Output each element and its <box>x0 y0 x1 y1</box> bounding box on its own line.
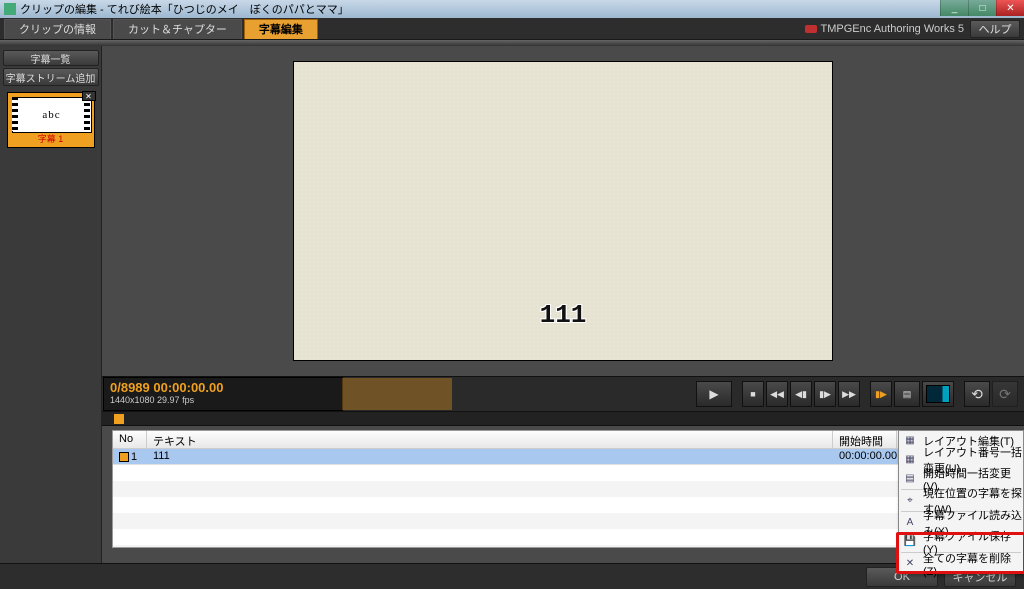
add-subtitle-stream-button[interactable]: 字幕ストリーム追加 <box>3 68 99 86</box>
undo-button[interactable]: ⟲ <box>964 381 990 407</box>
brand-label: TMPGEnc Authoring Works 5 <box>805 23 964 35</box>
thumb-abc: abc <box>12 97 92 133</box>
window-title: クリップの編集 - てれび絵本「ひつじのメイ ぼくのパパとママ」 <box>20 1 349 17</box>
top-tabbar: クリップの情報 カット＆チャプター 字幕編集 TMPGEnc Authoring… <box>0 18 1024 40</box>
col-no[interactable]: No <box>113 431 147 448</box>
maximize-button[interactable]: □ <box>968 0 996 16</box>
delete-icon: ✕ <box>903 557 917 571</box>
preview-area: 111 <box>102 46 1024 376</box>
subtitle-stream-thumb[interactable]: abc 字幕 1 ✕ <box>7 92 95 148</box>
close-button[interactable]: ✕ <box>996 0 1024 16</box>
list-icon: ▤ <box>903 472 917 486</box>
timecode-sub: 1440x1080 29.97 fps <box>110 395 336 405</box>
help-button[interactable]: ヘルプ <box>970 20 1020 38</box>
play-button[interactable]: ▶ <box>696 381 732 407</box>
grid-icon: ▦ <box>903 453 917 467</box>
timecode-main: 0/8989 00:00:00.00 <box>110 380 336 395</box>
save-icon: 💾 <box>903 535 917 549</box>
seek-bar[interactable] <box>102 412 1024 426</box>
prev-button[interactable]: ◀▮ <box>790 381 812 407</box>
sidebar: 字幕一覧 字幕ストリーム追加 abc 字幕 1 ✕ <box>0 46 102 563</box>
stop-button[interactable]: ■ <box>742 381 764 407</box>
grid-icon: ▦ <box>903 434 917 448</box>
col-text[interactable]: テキスト <box>147 431 833 448</box>
col-start[interactable]: 開始時間 <box>833 431 897 448</box>
video-canvas: 111 <box>293 61 833 361</box>
thumb-close-icon[interactable]: ✕ <box>82 91 96 101</box>
thumb-button[interactable]: ▤ <box>894 381 920 407</box>
menu-save-subtitle-file[interactable]: 💾字幕ファイル保存(Y) <box>899 532 1023 551</box>
audio-meter[interactable] <box>922 381 954 407</box>
tab-cut-chapter[interactable]: カット＆チャプター <box>113 19 242 39</box>
redo-button[interactable]: ⟳ <box>992 381 1018 407</box>
minimize-button[interactable]: _ <box>940 0 968 16</box>
seek-marker[interactable] <box>114 414 124 424</box>
subtitle-table-area: No テキスト 開始時間 終了時間 1 111 00:00:00.00 00:0… <box>102 426 1024 563</box>
titlebar: クリップの編集 - てれび絵本「ひつじのメイ ぼくのパパとママ」 _ □ ✕ <box>0 0 1024 18</box>
thumb-label: 字幕 1 <box>8 132 94 145</box>
transport-bar: 0/8989 00:00:00.00 1440x1080 29.97 fps ▶… <box>102 376 1024 412</box>
next-button[interactable]: ▮▶ <box>814 381 836 407</box>
tab-clip-info[interactable]: クリップの情報 <box>4 19 111 39</box>
subtitle-overlay: 111 <box>540 300 587 330</box>
app-icon <box>4 3 16 15</box>
footer: OK キャンセル <box>0 563 1024 589</box>
marker-button[interactable]: ▮▶ <box>870 381 892 407</box>
file-a-icon: A <box>903 516 917 530</box>
next-fast-button[interactable]: ▶▶ <box>838 381 860 407</box>
context-menu: ▦レイアウト編集(T) ▦レイアウト番号一括変更(U) ▤開始時間一括変更(V)… <box>898 430 1024 574</box>
menu-delete-all[interactable]: ✕全ての字幕を削除(Z) <box>899 554 1023 573</box>
row-check-icon[interactable] <box>119 452 129 462</box>
prev-fast-button[interactable]: ◀◀ <box>766 381 788 407</box>
table-row[interactable]: 1 111 00:00:00.00 00:00:05.00 <box>113 449 1017 465</box>
subtitle-table: No テキスト 開始時間 終了時間 1 111 00:00:00.00 00:0… <box>112 430 1018 548</box>
target-icon: ⌖ <box>903 494 917 508</box>
sidebar-header: 字幕一覧 <box>3 50 99 66</box>
tab-subtitle-edit[interactable]: 字幕編集 <box>244 19 318 39</box>
timecode-box: 0/8989 00:00:00.00 1440x1080 29.97 fps <box>103 377 343 411</box>
